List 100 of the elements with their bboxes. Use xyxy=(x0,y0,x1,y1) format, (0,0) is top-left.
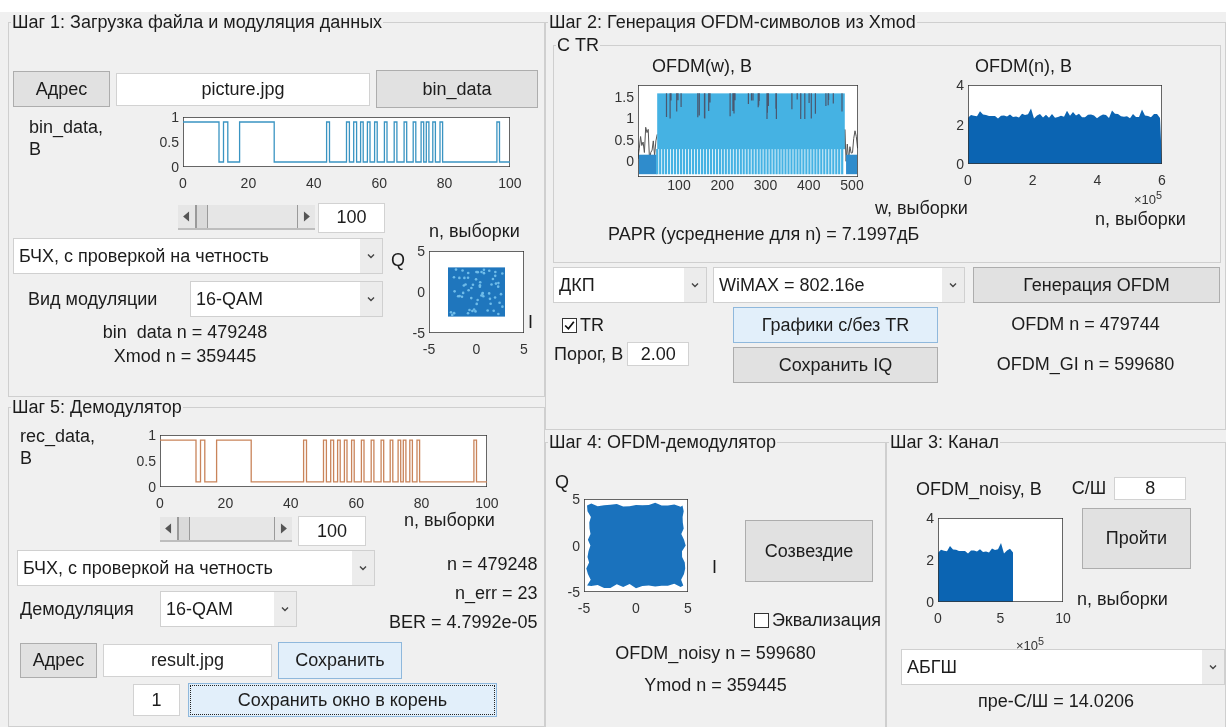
axis-tick-label: 1 xyxy=(171,109,179,125)
axis-tick-label: -5 xyxy=(412,325,425,341)
input-field[interactable]: 100 xyxy=(298,516,366,546)
input-field[interactable]: 1 xyxy=(133,684,180,716)
axis-label: I xyxy=(712,557,717,578)
axis-tick-label: 100 xyxy=(497,175,523,191)
button[interactable]: Пройти xyxy=(1082,508,1191,569)
axis-label: Q xyxy=(391,250,406,271)
info-text: OFDM_GI n = 599680 xyxy=(996,353,1175,375)
axis-tick-label: 1 xyxy=(148,427,156,443)
axis-tick-label: 4 xyxy=(1092,172,1103,188)
info-text: OFDM_noisy n = 599680 xyxy=(614,643,817,663)
info-text: OFDM n = 479744 xyxy=(1011,313,1160,335)
axis-label: n, выборки xyxy=(1095,209,1186,231)
button[interactable]: Адрес xyxy=(13,71,110,107)
axis-tick-label: -5 xyxy=(421,341,437,357)
axis-label: n, выборки xyxy=(404,510,495,531)
chevron-icon xyxy=(358,563,368,573)
slider-thumb[interactable] xyxy=(178,517,190,540)
axis-label: I xyxy=(528,312,533,333)
axis-tick-label: 40 xyxy=(282,495,300,511)
dropdown[interactable]: БЧХ, с проверкой на четность xyxy=(17,550,375,586)
input-field[interactable]: 2.00 xyxy=(627,342,690,366)
stat-text: BER = 4.7992e-05 xyxy=(389,611,538,634)
axis-tick-label: 0 xyxy=(417,284,425,300)
dropdown[interactable]: ДКП xyxy=(553,267,707,303)
axis-exponent: ×10$^{5}$ xyxy=(1133,188,1162,208)
axis-tick-label: 4 xyxy=(956,77,964,93)
dropdown[interactable]: БЧХ, с проверкой на четность xyxy=(13,238,383,274)
axis-tick-label: 0 xyxy=(178,175,188,191)
plot-title: OFDM_noisy, B xyxy=(916,477,1042,500)
axis-tick-label: 4 xyxy=(926,510,934,526)
panel-title: Шаг 2: Генерация OFDM-символов из Xmod xyxy=(548,12,917,32)
info-text: bin data n = 479248 xyxy=(102,321,268,344)
button[interactable]: Сохранить xyxy=(278,642,402,679)
panel-title: Шаг 3: Канал xyxy=(889,432,1001,452)
axis-tick-label: 5 xyxy=(683,600,693,616)
slider[interactable] xyxy=(178,205,315,230)
plot-title: OFDM(n), B xyxy=(975,55,1072,77)
result-text: пре-С/Ш = 14.0206 xyxy=(977,691,1135,713)
axis-label: bin_data, B xyxy=(29,116,105,160)
axis-label: w, выборки xyxy=(875,197,968,219)
axis-tick-label: 100 xyxy=(666,177,692,193)
chevron-icon xyxy=(280,604,290,614)
checkbox[interactable]: TR xyxy=(562,315,733,336)
button[interactable]: Сохранить окно в корень xyxy=(188,683,497,717)
axis-tick-label: 60 xyxy=(370,175,388,191)
axis-tick-label: 2 xyxy=(956,116,964,133)
label: С/Ш xyxy=(1071,478,1107,499)
axis-label: n, выборки xyxy=(429,221,520,242)
axis-tick-label: 300 xyxy=(752,177,779,193)
dropdown[interactable]: АБГШ xyxy=(901,649,1225,686)
slider-thumb[interactable] xyxy=(196,205,208,228)
dropdown[interactable]: WiMAX = 802.16e xyxy=(713,267,965,303)
dropdown[interactable]: 16-QAM xyxy=(160,591,297,627)
axis-tick-label: 5 xyxy=(519,341,529,357)
input-field[interactable]: picture.jpg xyxy=(116,72,370,106)
axis-tick-label: 0.5 xyxy=(614,131,634,148)
axis-tick-label: 0 xyxy=(148,479,156,495)
panel-title: С TR xyxy=(556,35,600,55)
axis-tick-label: 20 xyxy=(239,175,258,191)
axis-label: n, выборки xyxy=(1077,589,1168,610)
label: Демодуляция xyxy=(20,598,135,620)
axis-tick-label: 20 xyxy=(216,495,235,511)
button[interactable]: Графики с/без TR xyxy=(733,307,938,343)
button[interactable]: Генерация OFDM xyxy=(973,267,1220,303)
axis-tick-label: 2 xyxy=(1027,172,1038,188)
button[interactable]: Адрес xyxy=(20,643,97,678)
checkbox[interactable]: Эквализация xyxy=(753,610,881,631)
axis-tick-label: -5 xyxy=(567,584,580,600)
axis-tick-label: 0 xyxy=(626,153,634,169)
slider[interactable] xyxy=(160,517,292,542)
chevron-icon xyxy=(948,280,958,290)
dropdown[interactable]: 16-QAM xyxy=(190,281,383,317)
input-field[interactable]: result.jpg xyxy=(103,644,272,677)
axis-tick-label: 0 xyxy=(171,159,179,175)
button[interactable]: bin_data xyxy=(376,70,538,108)
panel-title: Шаг 1: Загрузка файла и модуляция данных xyxy=(11,12,384,32)
axis-tick-label: 0 xyxy=(926,594,934,610)
axis-tick-label: 0 xyxy=(572,537,580,554)
button[interactable]: Созвездие xyxy=(745,520,873,582)
axis-tick-label: 40 xyxy=(305,175,323,191)
axis-label: rec_data, B xyxy=(20,425,97,469)
input-field[interactable]: 100 xyxy=(318,202,385,233)
axis-tick-label: 80 xyxy=(435,175,454,191)
axis-tick-label: 500 xyxy=(839,177,865,193)
chevron-icon xyxy=(366,294,376,304)
axis-tick-label: 0 xyxy=(155,495,165,511)
label: Вид модуляции xyxy=(28,288,159,310)
checkmark-icon xyxy=(563,319,576,332)
input-field[interactable]: 8 xyxy=(1114,477,1187,500)
info-text: Xmod n = 359445 xyxy=(113,345,257,368)
axis-tick-label: 0.5 xyxy=(136,453,156,469)
button[interactable]: Сохранить IQ xyxy=(733,347,938,383)
stat-text: n_err = 23 xyxy=(455,582,538,606)
axis-tick-label: -5 xyxy=(576,600,592,616)
axis-tick-label: 80 xyxy=(412,495,431,511)
panel-title: Шаг 4: OFDM-демодулятор xyxy=(548,432,777,452)
axis-tick-label: 5 xyxy=(995,610,1006,626)
axis-tick-label: 5 xyxy=(417,243,425,259)
